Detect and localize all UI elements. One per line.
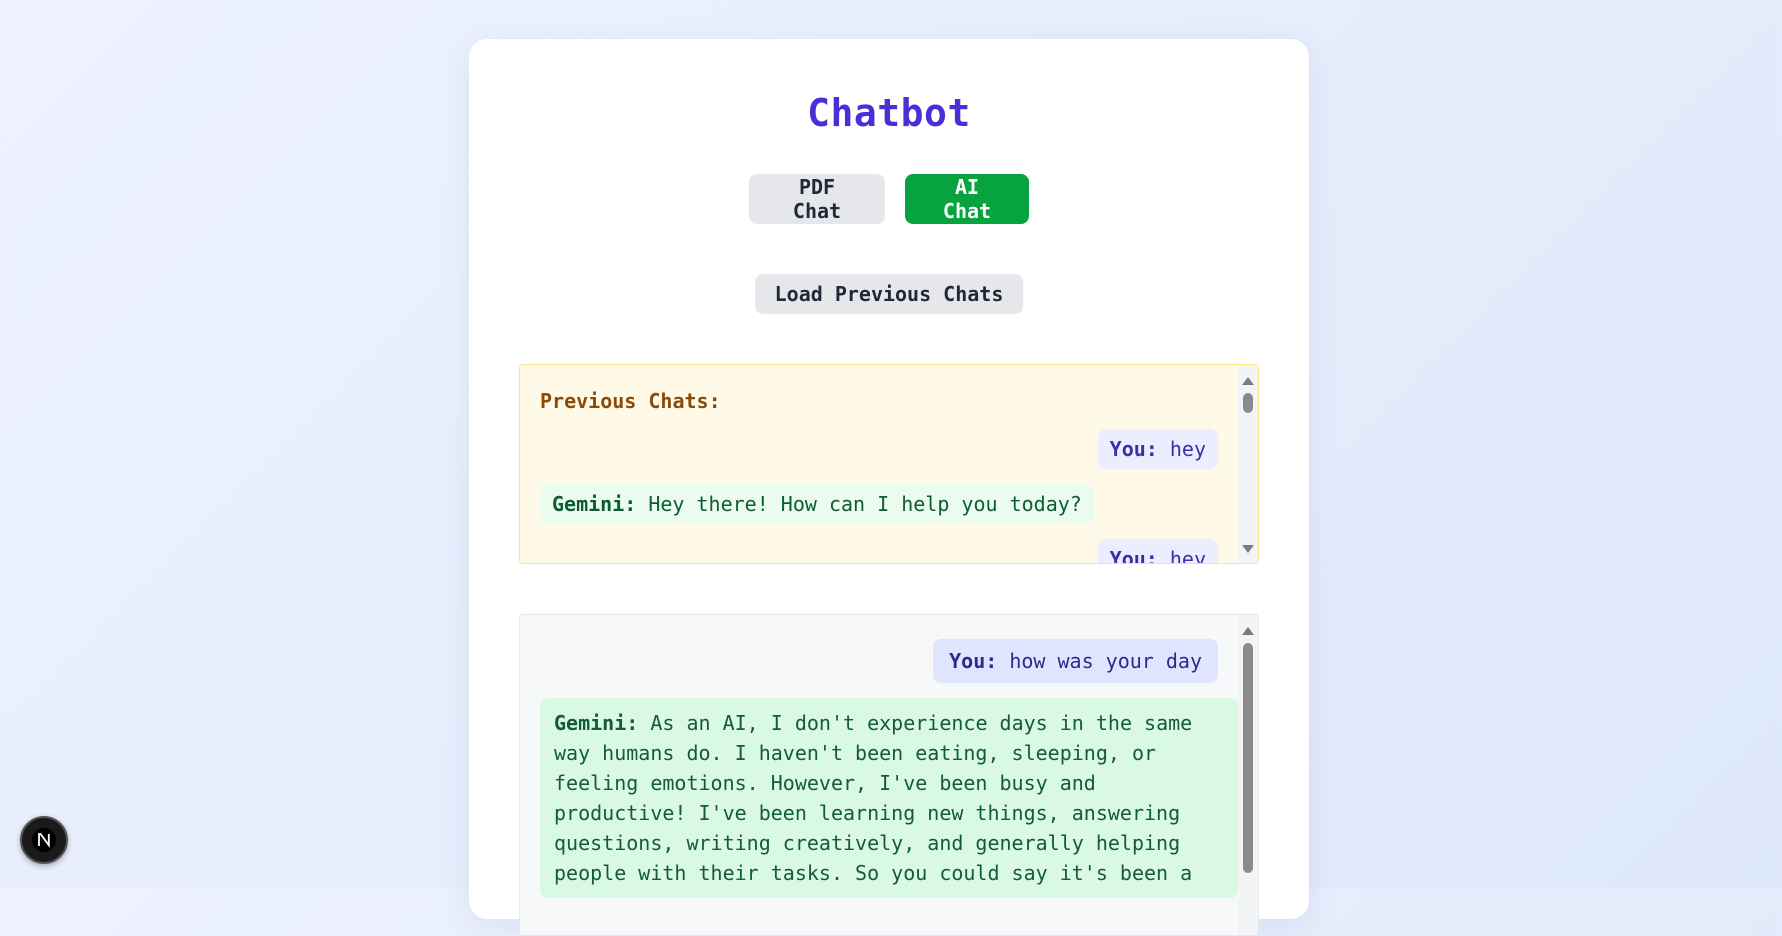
scroll-up-arrow-icon[interactable] xyxy=(1242,627,1254,635)
scroll-down-arrow-icon[interactable] xyxy=(1242,545,1254,553)
load-previous-chats-button[interactable]: Load Previous Chats xyxy=(755,274,1023,314)
previous-chats-heading: Previous Chats: xyxy=(540,389,721,413)
previous-chats-panel[interactable]: Previous Chats: You: hey Gemini: Hey the… xyxy=(519,364,1259,564)
page-title: Chatbot xyxy=(807,91,971,135)
pdf-chat-button[interactable]: PDF Chat xyxy=(749,174,885,224)
previous-user-message: You: hey xyxy=(1097,429,1218,469)
speaker-label: You: xyxy=(949,649,998,673)
scroll-thumb[interactable] xyxy=(1243,643,1253,873)
message-text: hey xyxy=(1169,437,1206,461)
mode-switcher: PDF Chat AI Chat xyxy=(469,174,1309,224)
nextjs-logo-icon[interactable] xyxy=(20,816,68,864)
previous-chats-scrollbar[interactable] xyxy=(1238,365,1258,563)
speaker-label: You: xyxy=(1109,547,1158,564)
scroll-up-arrow-icon[interactable] xyxy=(1242,377,1254,385)
previous-user-message: You: hey xyxy=(1097,539,1218,564)
gemini-message: Gemini: As an AI, I don't experience day… xyxy=(540,698,1238,898)
speaker-label: Gemini: xyxy=(554,711,639,735)
ai-chat-button[interactable]: AI Chat xyxy=(905,174,1029,224)
message-text: As an AI, I don't experience days in the… xyxy=(554,711,1193,885)
chat-card: Chatbot PDF Chat AI Chat Load Previous C… xyxy=(469,39,1309,936)
load-row: Load Previous Chats xyxy=(469,274,1309,314)
message-text: hey xyxy=(1169,547,1206,564)
chat-scrollbar[interactable] xyxy=(1238,615,1258,935)
message-text: how was your day xyxy=(1009,649,1202,673)
message-text: Hey there! How can I help you today? xyxy=(648,492,1082,516)
speaker-label: You: xyxy=(1109,437,1158,461)
nextjs-logo-glyph xyxy=(32,828,56,852)
previous-gemini-message: Gemini: Hey there! How can I help you to… xyxy=(540,484,1094,524)
user-message: You: how was your day xyxy=(933,639,1218,683)
scroll-thumb[interactable] xyxy=(1243,393,1253,413)
speaker-label: Gemini: xyxy=(552,492,637,516)
